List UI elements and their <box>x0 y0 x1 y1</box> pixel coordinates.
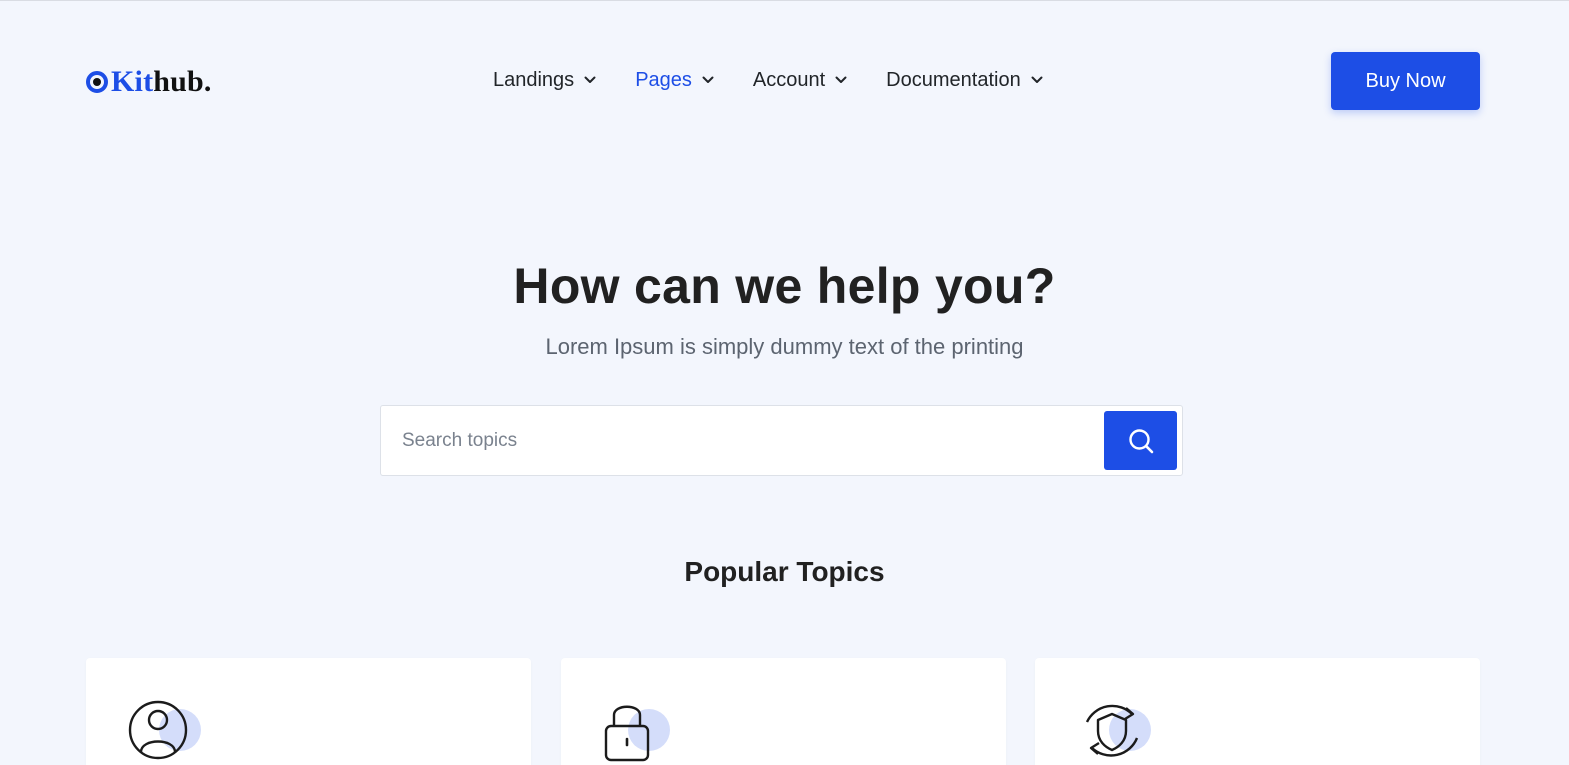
shield-refresh-icon <box>1085 704 1151 757</box>
user-icon <box>128 700 201 760</box>
main-nav: Landings Pages Account Documentation <box>493 63 1082 97</box>
search-bar <box>380 405 1183 476</box>
brand-logo[interactable]: Kithub. <box>86 65 212 99</box>
topic-card-account[interactable] <box>86 658 531 765</box>
chevron-down-icon <box>1031 76 1043 83</box>
chevron-down-icon <box>835 76 847 83</box>
brand-prefix: Kit <box>111 65 154 98</box>
lock-icon <box>604 705 670 762</box>
nav-item-account[interactable]: Account <box>753 69 848 92</box>
search-input[interactable] <box>381 406 1101 475</box>
nav-item-label: Account <box>752 68 826 91</box>
nav-item-label: Landings <box>493 68 575 91</box>
brand-suffix: hub. <box>153 65 212 98</box>
brand-name: Kithub. <box>111 65 212 99</box>
nav-item-label: Documentation <box>886 68 1021 91</box>
popular-topics-heading: Popular Topics <box>684 556 885 587</box>
logo-mark-icon <box>86 71 108 93</box>
hero-subtitle: Lorem Ipsum is simply dummy text of the … <box>545 334 1024 359</box>
nav-item-documentation[interactable]: Documentation <box>886 69 1044 92</box>
nav-item-label: Pages <box>635 68 692 91</box>
chevron-down-icon <box>702 76 714 83</box>
buy-now-button[interactable]: Buy Now <box>1331 52 1480 110</box>
hero-title: How can we help you? <box>513 258 1056 314</box>
topic-card-security[interactable] <box>561 658 1006 765</box>
nav-item-pages[interactable]: Pages <box>635 69 715 92</box>
topic-card-protection[interactable] <box>1035 658 1480 765</box>
search-icon <box>1128 428 1153 453</box>
chevron-down-icon <box>584 76 596 83</box>
site-header: Kithub. Landings Pages Account Documenta… <box>0 1 1569 161</box>
nav-item-landings[interactable]: Landings <box>493 69 597 92</box>
search-button[interactable] <box>1104 411 1177 470</box>
